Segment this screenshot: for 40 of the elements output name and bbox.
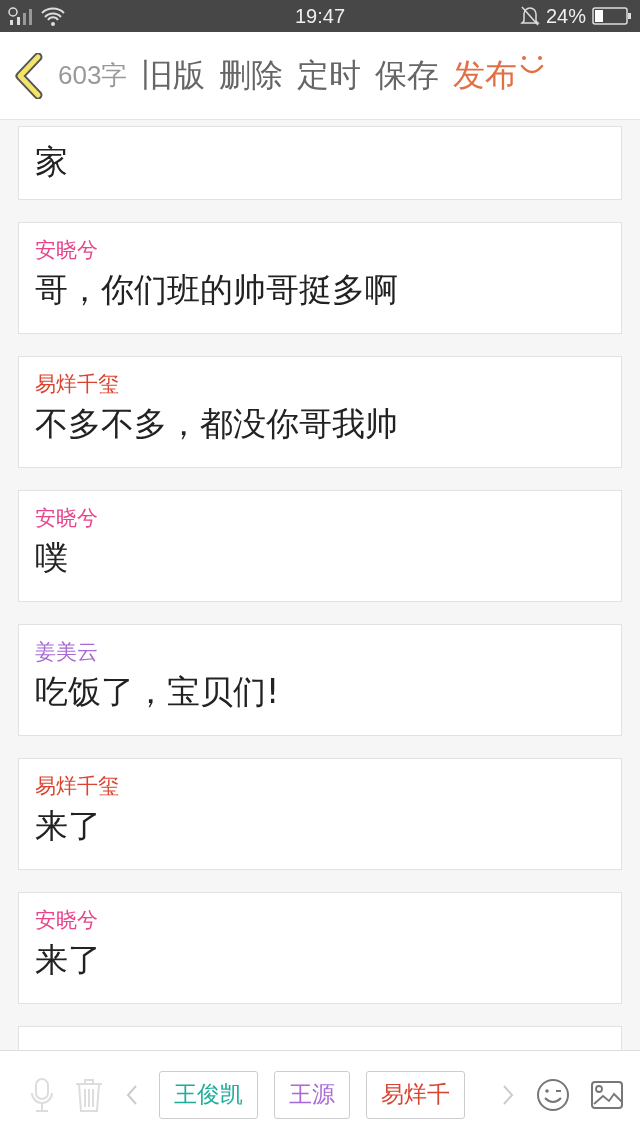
message-card[interactable]: 安晓兮 哥，你们班的帅哥挺多啊 <box>18 222 622 334</box>
sender-name: 姜美云 <box>35 639 99 666</box>
sender-name: 易烊千玺 <box>35 773 120 800</box>
toolbar-action[interactable]: 删除 <box>219 53 284 98</box>
character-chip[interactable]: 王源 <box>274 1070 350 1119</box>
message-text: 来了 <box>35 939 102 981</box>
toolbar-action[interactable]: 保存 <box>375 53 440 98</box>
sender-name: 安晓兮 <box>35 505 99 532</box>
sender-name: 安晓兮 <box>35 237 99 264</box>
word-count: 603字 <box>58 59 128 92</box>
microphone-icon[interactable] <box>30 1076 54 1113</box>
message-text: 家 <box>35 141 69 183</box>
emoji-icon[interactable] <box>535 1077 570 1112</box>
trash-icon[interactable] <box>74 1076 105 1113</box>
battery-percent: 24% <box>545 4 586 28</box>
back-button[interactable] <box>14 52 44 99</box>
sender-name: 易烊千玺 <box>35 371 120 398</box>
message-card[interactable]: 易烊千玺 来了 <box>18 758 622 870</box>
message-text: 噗 <box>35 537 69 579</box>
message-card[interactable]: 安晓兮 来了 <box>18 892 622 1004</box>
wifi-icon <box>40 6 66 26</box>
message-card[interactable]: 姜美云 吃饭了，宝贝们! <box>18 624 622 736</box>
message-text: 不多不多，都没你哥我帅 <box>35 403 399 445</box>
toolbar-action[interactable]: 旧版 <box>141 53 206 98</box>
bell-muted-icon <box>519 5 540 27</box>
publish-button[interactable]: 发布 <box>453 53 518 98</box>
message-text: 吃饭了，宝贝们! <box>35 671 281 713</box>
image-icon[interactable] <box>589 1079 624 1110</box>
status-time: 19:47 <box>294 4 346 28</box>
sender-name: 安晓兮 <box>35 907 99 934</box>
toolbar-action[interactable]: 定时 <box>297 53 362 98</box>
battery-icon <box>592 6 632 26</box>
message-card[interactable]: 安晓兮 噗 <box>18 490 622 602</box>
signal-icon <box>8 6 34 26</box>
character-chip[interactable]: 易烊千 <box>366 1070 465 1119</box>
message-text: 来了 <box>35 805 102 847</box>
message-text: 哥，你们班的帅哥挺多啊 <box>35 269 399 311</box>
message-card[interactable]: 家 <box>18 126 622 200</box>
message-card[interactable]: 易烊千玺 不多不多，都没你哥我帅 <box>18 356 622 468</box>
smiley-icon <box>519 54 546 76</box>
